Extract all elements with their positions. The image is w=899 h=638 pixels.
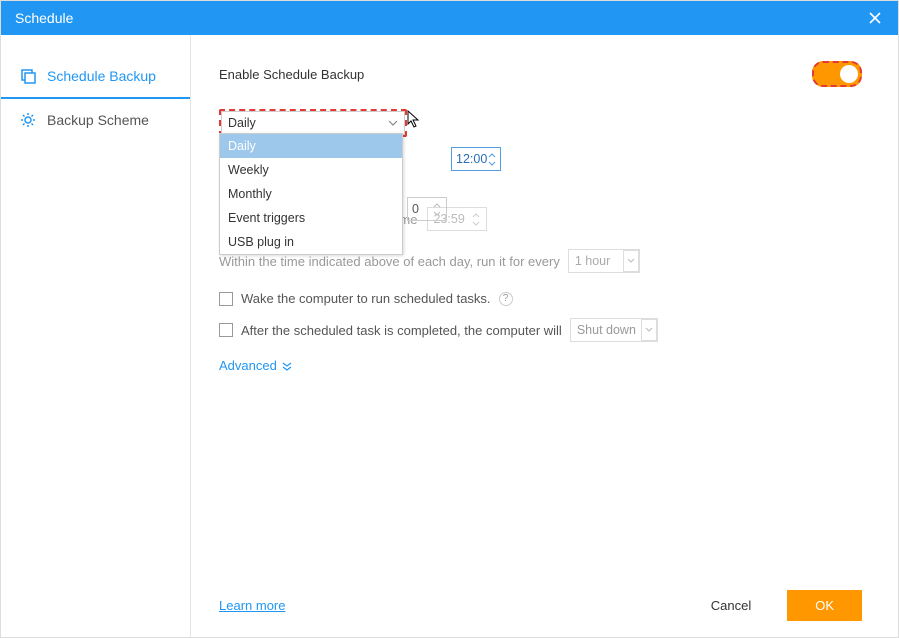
frequency-dropdown: Daily Weekly Monthly Event triggers USB …	[219, 133, 403, 255]
help-icon[interactable]: ?	[499, 292, 513, 306]
after-label: After the scheduled task is completed, t…	[241, 323, 562, 338]
cancel-button[interactable]: Cancel	[683, 590, 779, 621]
ok-button[interactable]: OK	[787, 590, 862, 621]
enable-toggle[interactable]	[812, 61, 862, 87]
every-select[interactable]: 1 hour	[568, 249, 640, 273]
freq-option-monthly[interactable]: Monthly	[220, 182, 402, 206]
after-checkbox[interactable]	[219, 323, 233, 337]
frequency-select[interactable]: Daily	[221, 111, 405, 135]
freq-option-event[interactable]: Event triggers	[220, 206, 402, 230]
time-input-1[interactable]: 12:00	[451, 147, 501, 171]
wake-label: Wake the computer to run scheduled tasks…	[241, 291, 491, 306]
frequency-selected: Daily	[228, 116, 256, 130]
frequency-highlight: Daily Daily Weekly Monthly Event trigger…	[219, 109, 407, 137]
gear-icon	[19, 111, 37, 129]
num-input[interactable]: 0	[407, 197, 447, 221]
enable-label: Enable Schedule Backup	[219, 67, 812, 82]
chevron-down-icon	[641, 319, 657, 341]
titlebar: Schedule	[1, 1, 898, 35]
sidebar: Schedule Backup Backup Scheme	[1, 35, 191, 637]
main-panel: Enable Schedule Backup Daily Daily We	[191, 35, 898, 637]
freq-option-usb[interactable]: USB plug in	[220, 230, 402, 254]
cursor-icon	[407, 110, 421, 128]
sidebar-item-backup-scheme[interactable]: Backup Scheme	[1, 99, 190, 141]
sidebar-item-label: Backup Scheme	[47, 112, 149, 128]
freq-option-weekly[interactable]: Weekly	[220, 158, 402, 182]
num-value: 0	[412, 202, 419, 216]
learn-more-link[interactable]: Learn more	[219, 598, 285, 613]
window-title: Schedule	[15, 10, 866, 26]
advanced-toggle[interactable]: Advanced	[219, 358, 862, 373]
after-action-select[interactable]: Shut down	[570, 318, 658, 342]
close-icon[interactable]	[866, 9, 884, 27]
schedule-icon	[19, 67, 37, 85]
sidebar-item-schedule-backup[interactable]: Schedule Backup	[1, 55, 190, 99]
sidebar-item-label: Schedule Backup	[47, 68, 156, 84]
chevron-down-icon	[623, 250, 639, 272]
spinner-icon[interactable]	[487, 151, 497, 167]
wake-checkbox[interactable]	[219, 292, 233, 306]
time-value-1: 12:00	[456, 152, 487, 166]
chevron-down-icon	[388, 118, 398, 128]
spinner-icon[interactable]	[471, 211, 481, 227]
toggle-knob	[840, 65, 858, 83]
spinner-icon[interactable]	[432, 201, 442, 217]
within-label: Within the time indicated above of each …	[219, 254, 560, 269]
freq-option-daily[interactable]: Daily	[220, 134, 402, 158]
double-chevron-down-icon	[282, 361, 292, 371]
